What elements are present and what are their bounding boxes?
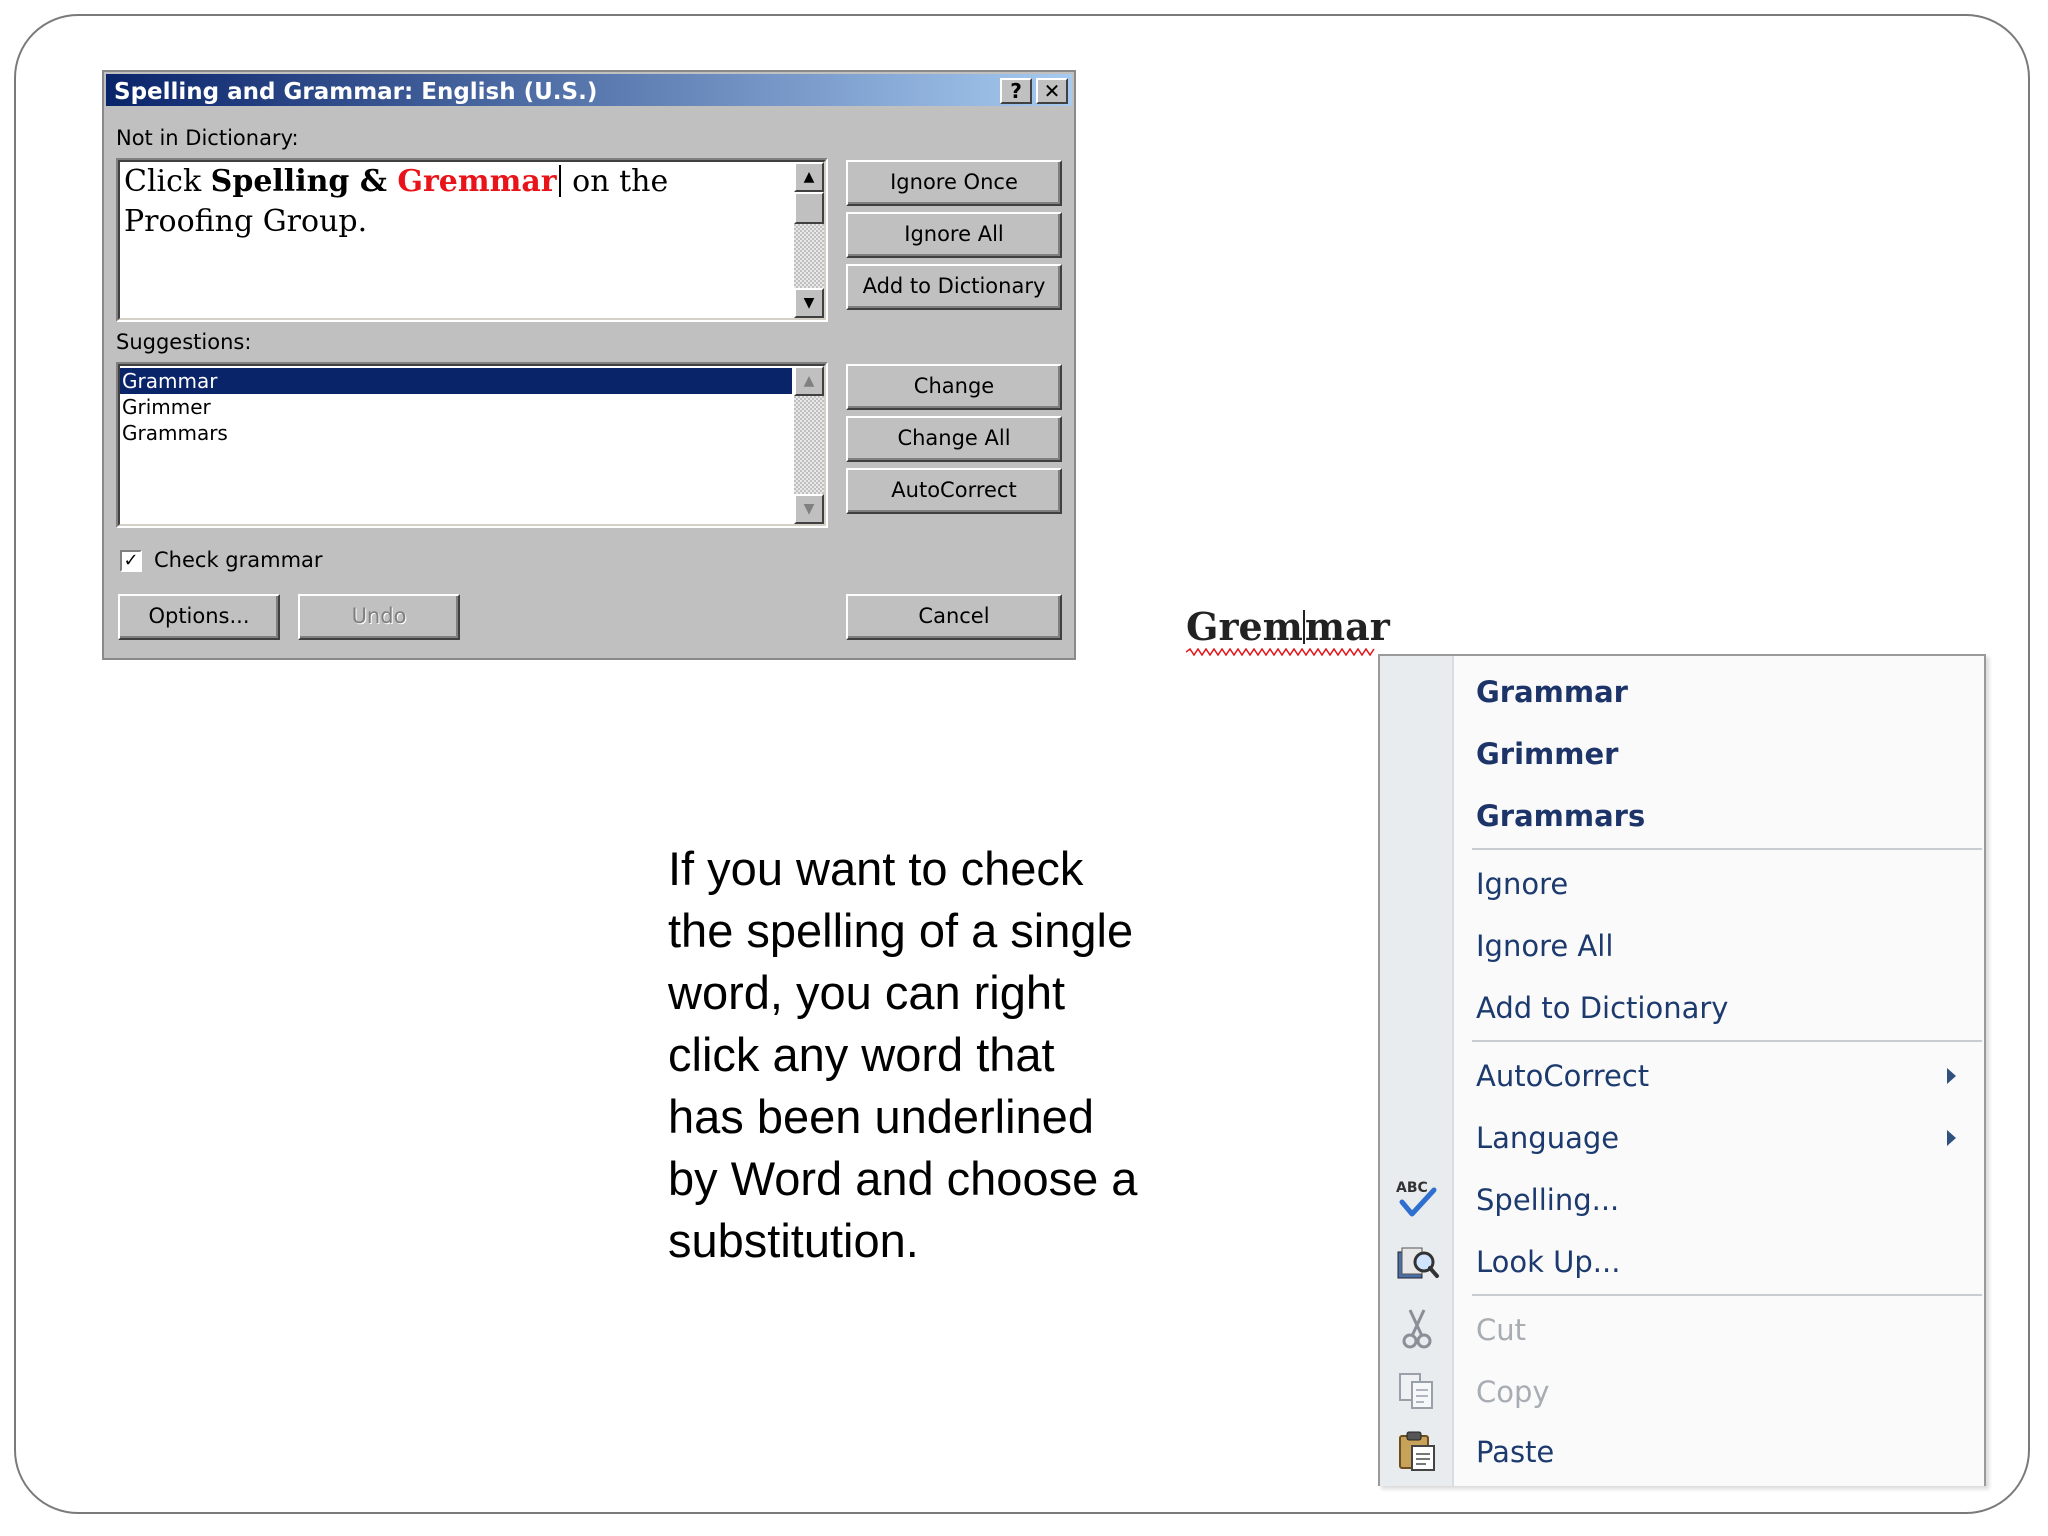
menu-item-add-to-dictionary[interactable]: Add to Dictionary xyxy=(1476,984,1728,1032)
copy-icon xyxy=(1399,1373,1433,1409)
close-icon: ✕ xyxy=(1043,79,1061,103)
change-all-button[interactable]: Change All xyxy=(846,416,1062,462)
menu-item-autocorrect[interactable]: AutoCorrect xyxy=(1476,1052,1649,1100)
dialog-title: Spelling and Grammar: English (U.S.) xyxy=(114,79,598,105)
spelling-check-icon: ABC xyxy=(1396,1180,1437,1217)
instruction-text: If you want to check the spelling of a s… xyxy=(668,842,1138,1267)
look-up-icon xyxy=(1397,1247,1439,1279)
menu-suggestion-grimmer[interactable]: Grimmer xyxy=(1476,730,1618,778)
submenu-arrow-icon xyxy=(1947,1068,1956,1084)
check-grammar-label: Check grammar xyxy=(154,548,323,572)
menu-item-paste[interactable]: Paste xyxy=(1476,1428,1554,1476)
check-grammar-checkbox[interactable]: ✓ xyxy=(120,550,142,572)
menu-item-cut[interactable]: Cut xyxy=(1476,1306,1526,1354)
scroll-down-button[interactable]: ▼ xyxy=(794,494,824,524)
options-button[interactable]: Options... xyxy=(118,594,280,640)
menu-item-spelling[interactable]: Spelling... xyxy=(1476,1176,1619,1224)
suggestion-item[interactable]: Grimmer xyxy=(120,394,792,420)
undo-button[interactable]: Undo xyxy=(298,594,460,640)
help-button[interactable]: ? xyxy=(1000,78,1032,104)
autocorrect-button[interactable]: AutoCorrect xyxy=(846,468,1062,514)
textbox-scrollbar[interactable]: ▲ ▼ xyxy=(794,162,824,318)
cancel-button[interactable]: Cancel xyxy=(846,594,1062,640)
menu-separator xyxy=(1472,1040,1982,1042)
suggestions-scrollbar[interactable]: ▲ ▼ xyxy=(794,366,824,524)
scroll-down-button[interactable]: ▼ xyxy=(794,288,824,318)
not-in-dictionary-label: Not in Dictionary: xyxy=(116,126,299,150)
scroll-up-button[interactable]: ▲ xyxy=(794,366,824,396)
misspelled-word-highlight: Gremmar xyxy=(397,164,557,199)
sentence-text: Click Spelling & Gremmar on the Proofing… xyxy=(124,164,669,239)
submenu-arrow-icon xyxy=(1947,1130,1956,1146)
menu-icon-column xyxy=(1380,656,1454,1486)
suggestion-item[interactable]: Grammars xyxy=(120,420,792,446)
spelling-grammar-dialog: Spelling and Grammar: English (U.S.) ? ✕… xyxy=(102,70,1076,660)
menu-item-ignore-all[interactable]: Ignore All xyxy=(1476,922,1613,970)
ignore-all-button[interactable]: Ignore All xyxy=(846,212,1062,258)
scroll-thumb[interactable] xyxy=(794,192,824,224)
menu-item-ignore[interactable]: Ignore xyxy=(1476,860,1568,908)
suggestions-list[interactable]: Grammar Grimmer Grammars ▲ ▼ xyxy=(116,362,828,528)
cut-scissors-icon xyxy=(1402,1309,1432,1349)
add-to-dictionary-button[interactable]: Add to Dictionary xyxy=(846,264,1062,310)
spelling-squiggle xyxy=(1186,648,1375,656)
misspelled-word[interactable]: Gremmar xyxy=(1186,604,1390,649)
menu-item-look-up[interactable]: Look Up... xyxy=(1476,1238,1620,1286)
ignore-once-button[interactable]: Ignore Once xyxy=(846,160,1062,206)
not-in-dictionary-textbox[interactable]: Click Spelling & Gremmar on the Proofing… xyxy=(116,158,828,322)
spelling-context-menu: Grammar Grimmer Grammars Ignore Ignore A… xyxy=(1378,654,1986,1486)
menu-item-language[interactable]: Language xyxy=(1476,1114,1619,1162)
menu-separator xyxy=(1472,1294,1982,1296)
menu-separator xyxy=(1472,848,1982,850)
dialog-title-bar[interactable]: Spelling and Grammar: English (U.S.) ? ✕ xyxy=(106,74,1072,106)
menu-suggestion-grammars[interactable]: Grammars xyxy=(1476,792,1645,840)
suggestion-item[interactable]: Grammar xyxy=(120,368,792,394)
paste-clipboard-icon xyxy=(1399,1431,1435,1471)
suggestions-label: Suggestions: xyxy=(116,330,252,354)
menu-item-copy[interactable]: Copy xyxy=(1476,1368,1550,1416)
change-button[interactable]: Change xyxy=(846,364,1062,410)
scroll-up-button[interactable]: ▲ xyxy=(794,162,824,192)
menu-suggestion-grammar[interactable]: Grammar xyxy=(1476,668,1628,716)
close-button[interactable]: ✕ xyxy=(1036,78,1068,104)
svg-text:ABC: ABC xyxy=(1396,1180,1428,1196)
